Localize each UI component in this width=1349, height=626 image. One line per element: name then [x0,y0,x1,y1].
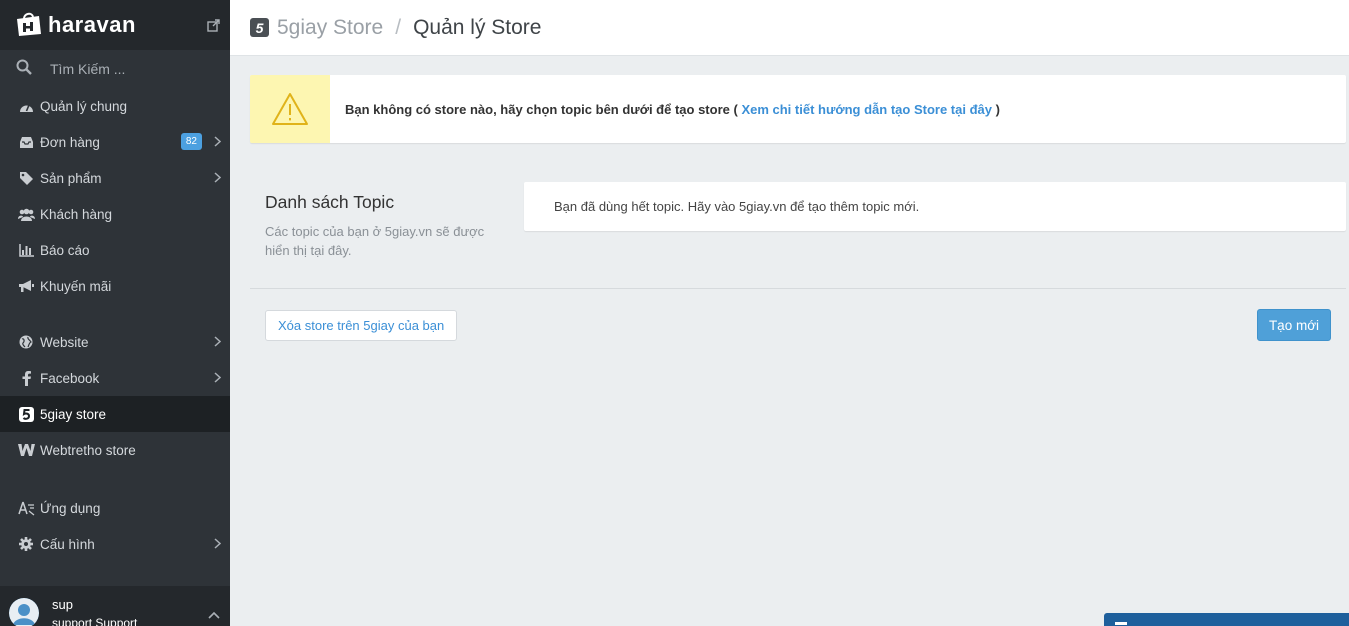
megaphone-icon [17,278,35,294]
sidebar-item-label: Website [40,334,89,350]
sidebar-item-orders[interactable]: Đơn hàng 82 [0,124,230,160]
store-guide-link[interactable]: Xem chi tiết hướng dẫn tạo Store tại đây [741,102,992,117]
inbox-icon [17,134,35,150]
sidebar-item-settings[interactable]: Cấu hình [0,526,230,562]
haravan-logo[interactable]: haravan [14,12,136,38]
sidebar-item-label: Sản phẩm [40,170,102,186]
breadcrumb-store-link[interactable]: 5giay Store [277,16,383,40]
dashboard-icon [17,98,35,114]
sidebar-item-label: Khuyến mãi [40,278,112,294]
chat-widget[interactable] [1104,613,1349,626]
sidebar-item-website[interactable]: Website [0,324,230,360]
chevron-right-icon [214,135,222,150]
5giay-icon [17,406,35,422]
empty-topic-message: Bạn đã dùng hết topic. Hãy vào 5giay.vn … [554,199,920,214]
alert-message: Bạn không có store nào, hãy chọn topic b… [345,102,1000,117]
sidebar-item-overview[interactable]: Quản lý chung [0,88,230,124]
user-name: sup [52,597,73,612]
section-divider [250,288,1346,289]
sidebar-item-reports[interactable]: Báo cáo [0,232,230,268]
user-role: support Support [52,616,138,626]
search-placeholder: Tìm Kiếm ... [50,61,126,77]
haravan-bag-icon [17,12,41,36]
globe-icon [17,334,35,350]
sidebar-search[interactable]: Tìm Kiếm ... [0,50,230,88]
app-icon [17,500,35,516]
bar-chart-icon [17,242,35,258]
no-store-alert: Bạn không có store nào, hãy chọn topic b… [250,75,1346,143]
user-panel[interactable]: sup support Support [0,586,230,626]
sidebar-item-label: Cấu hình [40,536,95,552]
sidebar-item-facebook[interactable]: Facebook [0,360,230,396]
sidebar-item-promotions[interactable]: Khuyến mãi [0,268,230,304]
sidebar-item-label: Đơn hàng [40,134,100,150]
sidebar: haravan Tìm Kiếm ... Quản lý chung Đơn h… [0,0,230,626]
sidebar-item-customers[interactable]: Khách hàng [0,196,230,232]
topic-section-title: Danh sách Topic [265,192,395,212]
sidebar-item-label: 5giay store [40,406,107,422]
facebook-icon [17,370,35,386]
chevron-up-icon[interactable] [208,606,220,624]
sidebar-item-5giay-store[interactable]: 5giay store [0,396,230,432]
sidebar-item-label: Ứng dụng [40,500,101,516]
gear-icon [17,536,35,552]
alert-text: Bạn không có store nào, hãy chọn topic b… [345,101,738,117]
topic-list-card: Bạn đã dùng hết topic. Hãy vào 5giay.vn … [524,182,1346,231]
topic-section-description: Các topic của bạn ở 5giay.vn sẽ được hiể… [265,224,485,258]
sidebar-item-label: Facebook [40,370,100,386]
page-header: 5 5giay Store / Quản lý Store [230,0,1349,56]
delete-store-button[interactable]: Xóa store trên 5giay của bạn [265,310,458,341]
breadcrumb-separator: / [395,15,402,39]
chevron-right-icon [214,335,222,350]
5giay-logo-icon: 5 [250,18,269,37]
brand-name: haravan [48,12,136,37]
alert-close-paren: ) [995,101,1000,117]
chevron-right-icon [214,171,222,186]
orders-count-badge: 82 [180,133,202,150]
sidebar-item-label: Báo cáo [40,242,90,258]
chat-icon [1115,622,1127,625]
create-button[interactable]: Tạo mới [1257,309,1331,341]
external-link-icon[interactable] [207,19,220,37]
search-icon [16,59,32,80]
chevron-right-icon [214,371,222,386]
sidebar-item-products[interactable]: Sản phẩm [0,160,230,196]
brand-bar: haravan [0,0,230,50]
webtretho-icon [17,442,35,458]
chevron-right-icon [214,537,222,552]
sidebar-item-label: Quản lý chung [40,98,128,114]
sidebar-item-webtretho-store[interactable]: Webtretho store [0,432,230,468]
sidebar-item-label: Khách hàng [40,206,113,222]
warning-icon [250,75,330,143]
avatar [9,598,39,626]
page-title: Quản lý Store [413,15,542,39]
tag-icon [17,170,35,186]
sidebar-item-label: Webtretho store [40,442,136,458]
users-icon [17,206,35,222]
sidebar-item-apps[interactable]: Ứng dụng [0,490,230,526]
